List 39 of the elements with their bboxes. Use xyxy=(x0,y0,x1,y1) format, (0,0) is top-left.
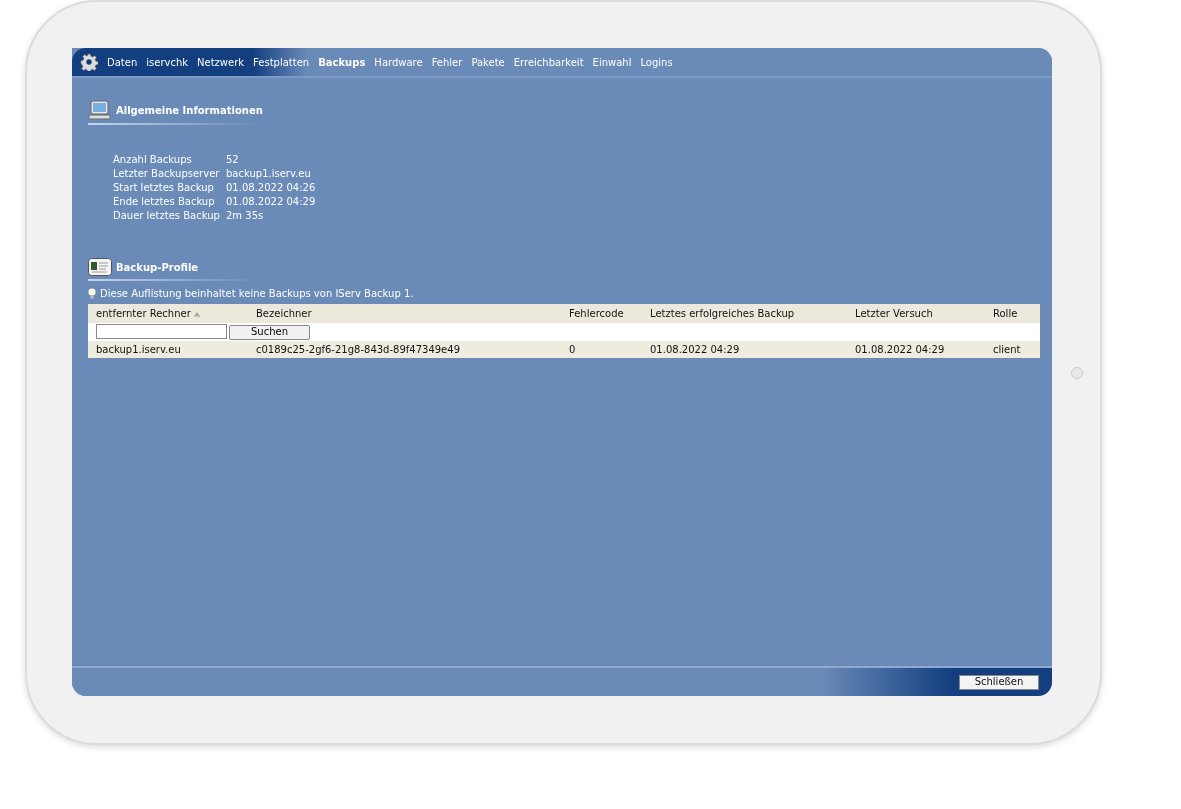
close-button[interactable]: Schließen xyxy=(959,674,1039,690)
column-header[interactable]: Letzter Versuch xyxy=(847,304,985,323)
nav-tab[interactable]: Hardware xyxy=(374,54,423,70)
nav-tab[interactable]: Logins xyxy=(640,54,673,70)
nav-tab[interactable]: Erreichbarkeit xyxy=(513,54,584,70)
column-header[interactable]: Bezeichner xyxy=(248,304,561,323)
section-title: Backup-Profile xyxy=(116,260,199,275)
sort-icon xyxy=(192,311,201,317)
column-header[interactable]: entfernter Rechner xyxy=(88,304,248,323)
camera-icon xyxy=(1071,367,1083,379)
info-label: Start letztes Backup xyxy=(113,181,226,195)
info-label: Dauer letztes Backup xyxy=(113,209,226,223)
info-value: 2m 35s xyxy=(226,209,265,223)
info-label: Letzter Backupserver xyxy=(113,167,226,181)
nav-tab[interactable]: Festplatten xyxy=(253,54,310,70)
gear-icon xyxy=(80,53,98,71)
id-card-icon xyxy=(88,258,112,276)
nav-tab[interactable]: Pakete xyxy=(471,54,505,70)
search-button[interactable]: Suchen xyxy=(229,324,310,340)
lightbulb-icon xyxy=(88,288,96,299)
nav-tab[interactable]: Fehler xyxy=(431,54,463,70)
column-header[interactable]: Rolle xyxy=(985,304,1040,323)
column-header[interactable]: Letztes erfolgreiches Backup xyxy=(642,304,847,323)
info-label: Anzahl Backups xyxy=(113,153,226,167)
nav-tab[interactable]: Daten xyxy=(107,54,138,70)
nav-tab[interactable]: iservchk xyxy=(146,54,189,70)
nav-tab[interactable]: Einwahl xyxy=(592,54,632,70)
info-text: Diese Auflistung beinhaltet keine Backups von IServ Backup 1. xyxy=(100,287,414,301)
info-value: 52 xyxy=(226,153,240,167)
info-value: 01.08.2022 04:26 xyxy=(226,181,316,195)
nav-tab[interactable]: Backups xyxy=(318,54,366,70)
info-value: 01.08.2022 04:29 xyxy=(226,195,316,209)
info-label: Ende letztes Backup xyxy=(113,195,226,209)
computer-icon xyxy=(88,100,112,120)
nav-tab[interactable]: Netzwerk xyxy=(197,54,245,70)
search-field[interactable] xyxy=(96,324,227,339)
section-title: Allgemeine Informationen xyxy=(116,103,263,118)
info-value: backup1.iserv.eu xyxy=(226,167,312,181)
column-header[interactable]: Fehlercode xyxy=(561,304,642,323)
